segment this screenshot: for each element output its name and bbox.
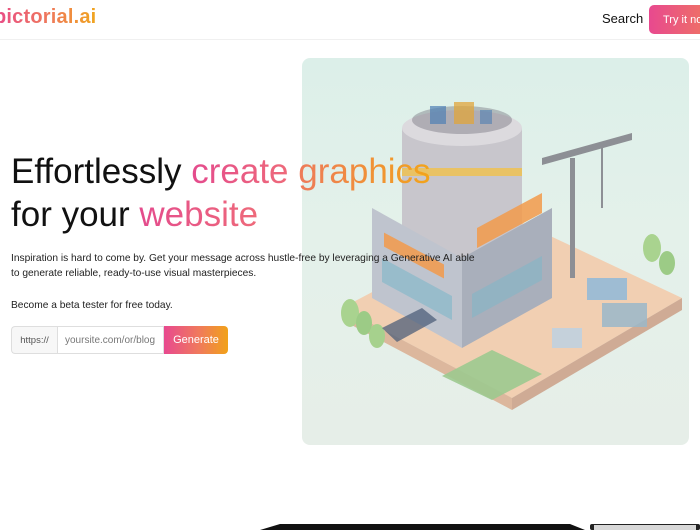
nav-search-link[interactable]: Search (602, 11, 643, 26)
generate-button[interactable]: Generate (164, 326, 228, 354)
hero-description: Inspiration is hard to come by. Get your… (11, 253, 475, 279)
hero-heading: Effortlessly create graphics for your we… (11, 150, 531, 236)
heading-line1-plain: Effortlessly (11, 152, 192, 191)
heading-accent-create: create (191, 152, 289, 191)
website-url-input[interactable] (57, 326, 164, 354)
navbar: pictorial.ai Search Try it now (0, 0, 700, 40)
heading-accent-website: website (139, 195, 259, 234)
beta-tester-text: Become a beta tester for free today. (11, 300, 173, 311)
heading-accent-graphics: graphics (298, 152, 431, 191)
try-it-now-button[interactable]: Try it now (649, 5, 700, 34)
logo[interactable]: pictorial.ai (0, 6, 96, 29)
heading-line2-plain: for your (11, 195, 140, 234)
bottom-preview-edge (260, 524, 700, 530)
url-generate-form: https:// Generate (11, 326, 228, 354)
url-prefix-label: https:// (11, 326, 57, 354)
